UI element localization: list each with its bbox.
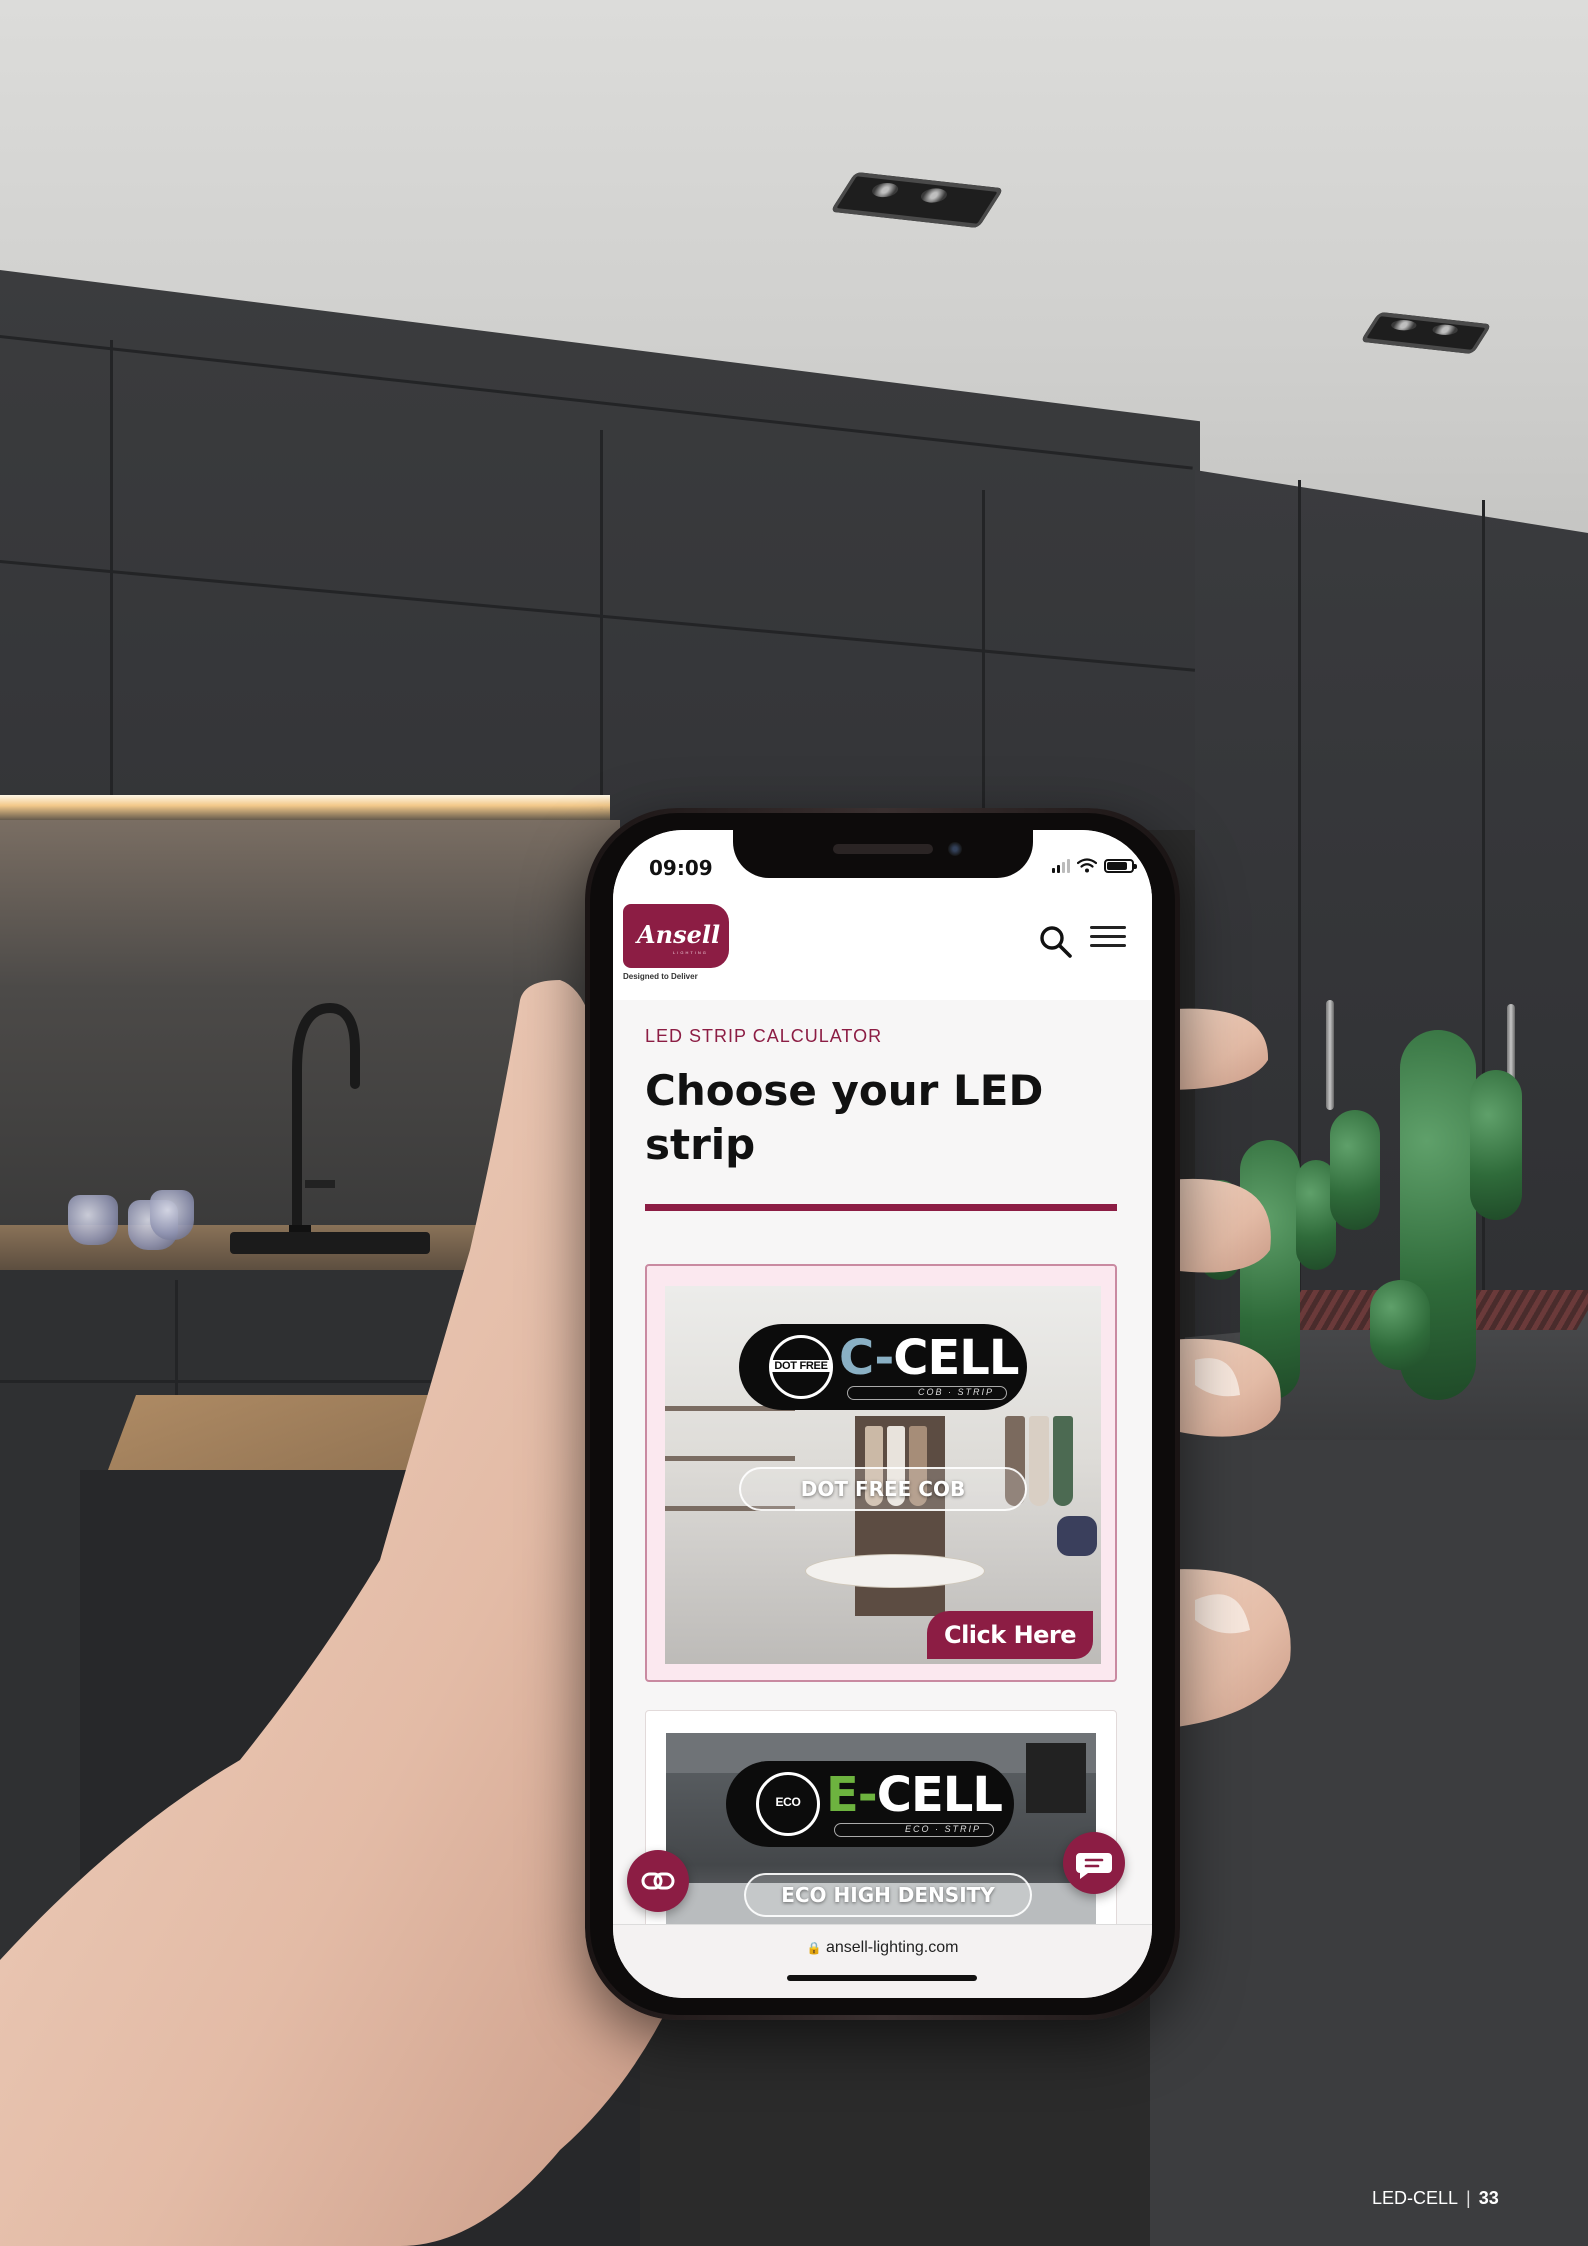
page-title: Choose your LED strip: [645, 1066, 1044, 1169]
front-camera: [948, 842, 962, 856]
link-button[interactable]: [627, 1850, 689, 1912]
product-card-c-cell[interactable]: DOT FREE C-CELL COB · STRIP DOT FREE COB…: [645, 1264, 1117, 1682]
logo-tagline: Designed to Deliver: [623, 972, 698, 981]
kitchen-island: [80, 1470, 640, 2246]
eco-badge: ECO: [756, 1772, 820, 1836]
brand-name: E-CELL: [826, 1767, 1003, 1823]
click-here-button[interactable]: Click Here: [927, 1611, 1093, 1659]
c-cell-logo: DOT FREE C-CELL COB · STRIP: [739, 1324, 1027, 1410]
url-text: ansell-lighting.com: [825, 1939, 959, 1956]
sink: [230, 1232, 430, 1254]
right-cabinet: [1150, 1440, 1588, 2246]
feature-label: ECO HIGH DENSITY: [744, 1873, 1032, 1917]
section-label: LED STRIP CALCULATOR: [645, 1026, 883, 1046]
faucet: [289, 1002, 360, 1240]
feature-label: DOT FREE COB: [739, 1467, 1027, 1511]
product-banner-c-cell[interactable]: DOT FREE C-CELL COB · STRIP DOT FREE COB…: [665, 1286, 1101, 1664]
brand-subtitle: COB · STRIP: [847, 1386, 1007, 1400]
logo-subtext: LIGHTING: [673, 950, 708, 955]
page-footer: LED-CELL | 33: [1372, 2188, 1499, 2208]
search-icon[interactable]: [1038, 924, 1074, 960]
lock-icon: 🔒: [806, 1941, 822, 1955]
heading-divider: [645, 1204, 1117, 1211]
phone-screen: 09:09 Ansell LIGHTING Designed to Delive…: [613, 830, 1152, 1998]
tealight-glass: [68, 1195, 118, 1245]
brand-subtitle: ECO · STRIP: [834, 1823, 994, 1837]
page-number: 33: [1478, 2188, 1499, 2208]
browser-address-bar[interactable]: 🔒 ansell-lighting.com: [613, 1924, 1152, 1998]
wifi-icon: [1077, 858, 1097, 873]
dot-free-badge: DOT FREE: [769, 1335, 833, 1399]
ansell-logo[interactable]: Ansell LIGHTING: [623, 904, 729, 968]
link-icon: [641, 1872, 675, 1890]
status-time: 09:09: [649, 856, 713, 880]
footer-label: LED-CELL: [1372, 2188, 1459, 2208]
chat-button[interactable]: [1063, 1832, 1125, 1894]
cactus-ornament: [1320, 1030, 1540, 1400]
e-cell-logo: ECO E-CELL ECO · STRIP: [726, 1761, 1014, 1847]
cellular-signal-icon: [1052, 859, 1070, 873]
brand-name: C-CELL: [839, 1330, 1019, 1386]
home-indicator[interactable]: [787, 1975, 977, 1981]
display-table: [805, 1554, 985, 1588]
phone-notch: [733, 830, 1033, 878]
hamburger-menu-icon[interactable]: [1090, 926, 1126, 956]
site-header: Ansell LIGHTING Designed to Deliver: [613, 888, 1152, 1000]
tealight-glass: [150, 1190, 194, 1240]
logo-text: Ansell: [637, 920, 721, 949]
smartphone: 09:09 Ansell LIGHTING Designed to Delive…: [585, 808, 1180, 2020]
battery-icon: [1104, 859, 1137, 873]
chat-icon: [1076, 1853, 1112, 1879]
